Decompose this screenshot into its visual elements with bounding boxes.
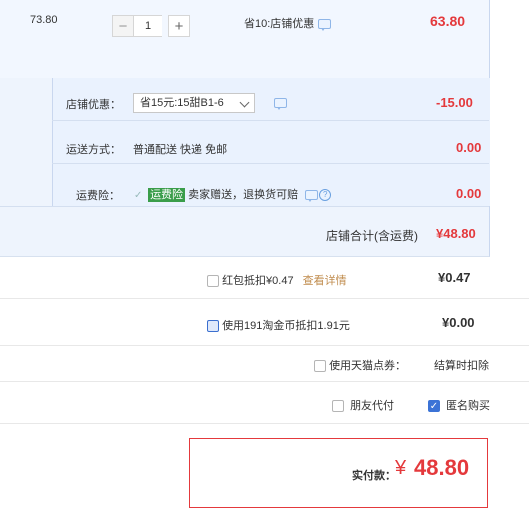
shop-discount-select[interactable]: 省15元:15甜B1-6 (133, 93, 255, 113)
coin-label: 使用191淘金币抵扣1.91元 (222, 320, 350, 332)
shipping-label: 运送方式： (66, 144, 121, 156)
divider (0, 206, 489, 207)
redpacket-label: 红包抵扣¥0.47 (222, 275, 294, 287)
insurance-amount: 0.00 (456, 186, 482, 201)
item-promo-label: 省10:店铺优惠 (244, 18, 315, 30)
shop-discount-selected: 省15元:15甜B1-6 (140, 97, 224, 109)
shipping-method: 普通配送 快递 免邮 (133, 144, 228, 156)
shop-total-label: 店铺合计(含运费) (326, 229, 418, 243)
coin-checkbox[interactable] (207, 320, 219, 333)
payment-label: 实付款： (352, 470, 396, 482)
decrease-quantity-button[interactable]: − (112, 15, 134, 37)
friend-pay-label: 朋友代付 (350, 400, 395, 412)
divider (52, 120, 489, 121)
payment-amount: 48.80 (414, 455, 470, 480)
divider (52, 163, 489, 164)
insurance-label: 运费险： (76, 190, 120, 202)
coin-value: ¥0.00 (442, 315, 475, 330)
friend-pay-option: 朋友代付 (332, 397, 394, 413)
item-promo: 省10:店铺优惠 (244, 15, 332, 32)
anonymous-option: ✓ 匿名购买 (428, 397, 490, 413)
question-circle-icon[interactable]: ? (319, 189, 332, 202)
payment-currency: ¥ (395, 457, 407, 479)
checkmark-icon: ✓ (134, 189, 143, 201)
anonymous-label: 匿名购买 (446, 400, 491, 412)
redpacket-value: ¥0.47 (438, 270, 471, 285)
divider (0, 423, 529, 424)
redpacket-details-link[interactable]: 查看详情 (303, 275, 347, 287)
shop-discount-label: 店铺优惠： (66, 99, 121, 111)
tmall-points-note: 结算时扣除 (434, 360, 489, 372)
shop-total-value: ¥48.80 (436, 226, 476, 241)
chevron-down-icon (239, 97, 250, 108)
shipping-amount: 0.00 (456, 140, 482, 155)
coin-option: 使用191淘金币抵扣1.91元 (207, 317, 350, 333)
cart-item-row (0, 0, 490, 78)
unit-price: 73.80 (30, 14, 58, 26)
redpacket-option: 红包抵扣¥0.47 查看详情 (207, 272, 347, 288)
increase-quantity-button[interactable]: + (168, 15, 190, 37)
tmall-points-option: 使用天猫点券： (314, 357, 406, 373)
redpacket-checkbox[interactable] (207, 275, 219, 288)
shop-discount-amount: -15.00 (436, 95, 473, 110)
chat-bubble-icon[interactable] (305, 190, 319, 203)
insurance-description: 卖家赠送，退换货可赔 (188, 189, 299, 201)
anonymous-checkbox[interactable]: ✓ (428, 400, 440, 413)
divider (0, 298, 529, 299)
divider (0, 381, 529, 382)
insurance-option: ✓ 运费险 卖家赠送，退换货可赔 ? (134, 186, 332, 203)
quantity-input[interactable]: 1 (134, 15, 162, 37)
tmall-points-checkbox[interactable] (314, 360, 326, 373)
insurance-badge: 运费险 (148, 188, 186, 202)
quantity-stepper[interactable]: − 1 + (112, 15, 190, 37)
chat-bubble-icon[interactable] (274, 98, 287, 111)
friend-pay-checkbox[interactable] (332, 400, 344, 413)
chat-bubble-icon[interactable] (318, 19, 332, 32)
item-subtotal: 63.80 (430, 13, 466, 29)
tmall-points-label: 使用天猫点券： (329, 360, 407, 372)
divider (0, 345, 529, 346)
